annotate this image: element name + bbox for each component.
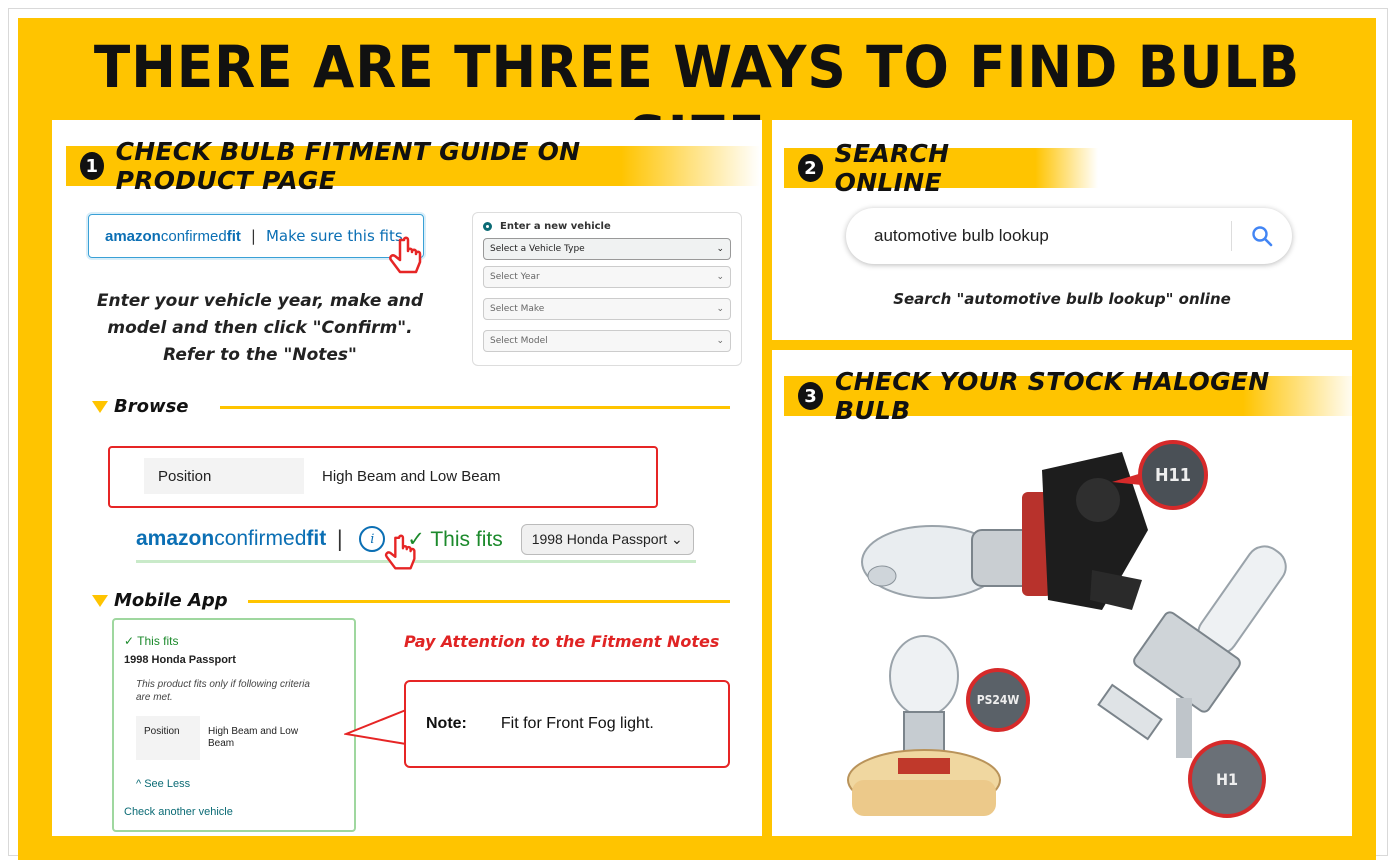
radio-icon	[483, 222, 492, 231]
vehicle-form: Enter a new vehicle Select a Vehicle Typ…	[472, 212, 742, 366]
search-caption: Search "automotive bulb lookup" online	[893, 290, 1231, 308]
section-title-2: 2 SEARCH ONLINE	[784, 139, 1098, 197]
mobile-app-card: ✓ This fits 1998 Honda Passport This pro…	[112, 618, 356, 832]
ps24w-label: PS24W	[976, 693, 1020, 707]
search-bar[interactable]: automotive bulb lookup	[846, 208, 1292, 264]
search-input[interactable]: automotive bulb lookup	[874, 226, 1231, 246]
vehicle-name: 1998 Honda Passport	[124, 654, 236, 666]
section-title-text: CHECK YOUR STOCK HALOGEN BULB	[834, 367, 1270, 425]
ps24w-label-badge: PS24W	[966, 668, 1030, 732]
chevron-down-icon: ⌄	[671, 530, 683, 547]
poster: THERE ARE THREE WAYS TO FIND BULB SIZE 1…	[18, 18, 1376, 860]
model-select[interactable]: Select Model ⌄	[483, 330, 731, 352]
vehicle-type-select[interactable]: Select a Vehicle Type ⌄	[483, 238, 731, 260]
separator: |	[336, 527, 344, 551]
chevron-down-icon: ⌄	[716, 244, 724, 254]
instructions: Enter your vehicle year, make and model …	[96, 291, 424, 365]
position-label: Position	[144, 458, 304, 494]
chevron-down-icon: ⌄	[716, 336, 724, 346]
step-number: 3	[798, 382, 823, 410]
make-sure-fits-link[interactable]: Make sure this fits	[266, 227, 403, 245]
search-icon[interactable]	[1232, 225, 1292, 247]
panel-fitment-guide: 1 CHECK BULB FITMENT GUIDE ON PRODUCT PA…	[52, 120, 762, 836]
section-title-3: 3 CHECK YOUR STOCK HALOGEN BULB	[784, 367, 1358, 425]
triangle-icon	[92, 594, 108, 607]
note-callout: Note: Fit for Front Fog light.	[404, 680, 730, 768]
position-label: Position	[136, 716, 200, 760]
make-select[interactable]: Select Make ⌄	[483, 298, 731, 320]
this-fits-label: ✓ This fits	[124, 634, 179, 648]
section-title-1: 1 CHECK BULB FITMENT GUIDE ON PRODUCT PA…	[66, 137, 760, 195]
position-value: High Beam and Low Beam	[208, 726, 299, 749]
section-title-text: CHECK BULB FITMENT GUIDE ON PRODUCT PAGE	[115, 137, 581, 195]
h11-label: H11	[1154, 464, 1192, 486]
new-vehicle-radio[interactable]: Enter a new vehicle	[483, 221, 741, 232]
callout-pointer	[344, 709, 407, 745]
confirmed-fit-button[interactable]: amazonconfirmedfit | Make sure this fits	[88, 214, 424, 258]
position-value: High Beam and Low Beam	[322, 467, 501, 485]
h1-label: H1	[1215, 769, 1239, 789]
separator: |	[250, 227, 256, 245]
position-row: Position High Beam and Low Beam	[136, 716, 332, 760]
hand-pointer-icon	[389, 236, 422, 274]
step-number: 1	[80, 152, 104, 180]
step-number: 2	[798, 154, 823, 182]
mobile-app-heading: Mobile App	[92, 590, 228, 611]
section-title-text: SEARCH ONLINE	[834, 139, 950, 197]
h11-label-badge: H11	[1138, 440, 1208, 510]
divider	[248, 600, 730, 603]
position-row: Position High Beam and Low Beam	[144, 458, 654, 494]
position-highlight: Position High Beam and Low Beam	[108, 446, 658, 508]
hand-pointer-icon	[384, 534, 416, 570]
year-select[interactable]: Select Year ⌄	[483, 266, 731, 288]
amazon-confirmed-fit-logo: amazonconfirmedfit	[105, 227, 241, 245]
vehicle-dropdown[interactable]: 1998 Honda Passport ⌄	[520, 523, 694, 555]
h1-label-badge: H1	[1188, 740, 1266, 818]
browse-heading: Browse	[92, 396, 189, 417]
amazon-confirmed-fit-logo: amazonconfirmedfit	[136, 527, 327, 550]
note-label: Note:	[426, 715, 467, 732]
triangle-icon	[92, 400, 108, 413]
panel-search-online: 2 SEARCH ONLINE automotive bulb lookup S…	[772, 120, 1352, 340]
attention-text: Pay Attention to the Fitment Notes	[404, 632, 720, 651]
chevron-down-icon: ⌄	[716, 272, 724, 282]
check-another-vehicle-link[interactable]: Check another vehicle	[124, 806, 233, 818]
chevron-down-icon: ⌄	[716, 304, 724, 314]
divider	[220, 406, 730, 409]
note-text: Fit for Front Fog light.	[500, 715, 654, 732]
criteria-text: This product fits only if following crit…	[136, 679, 310, 703]
see-less-link[interactable]: ^ See Less	[136, 778, 190, 790]
panel-stock-bulb: 3 CHECK YOUR STOCK HALOGEN BULB H11 PS24…	[772, 350, 1358, 836]
